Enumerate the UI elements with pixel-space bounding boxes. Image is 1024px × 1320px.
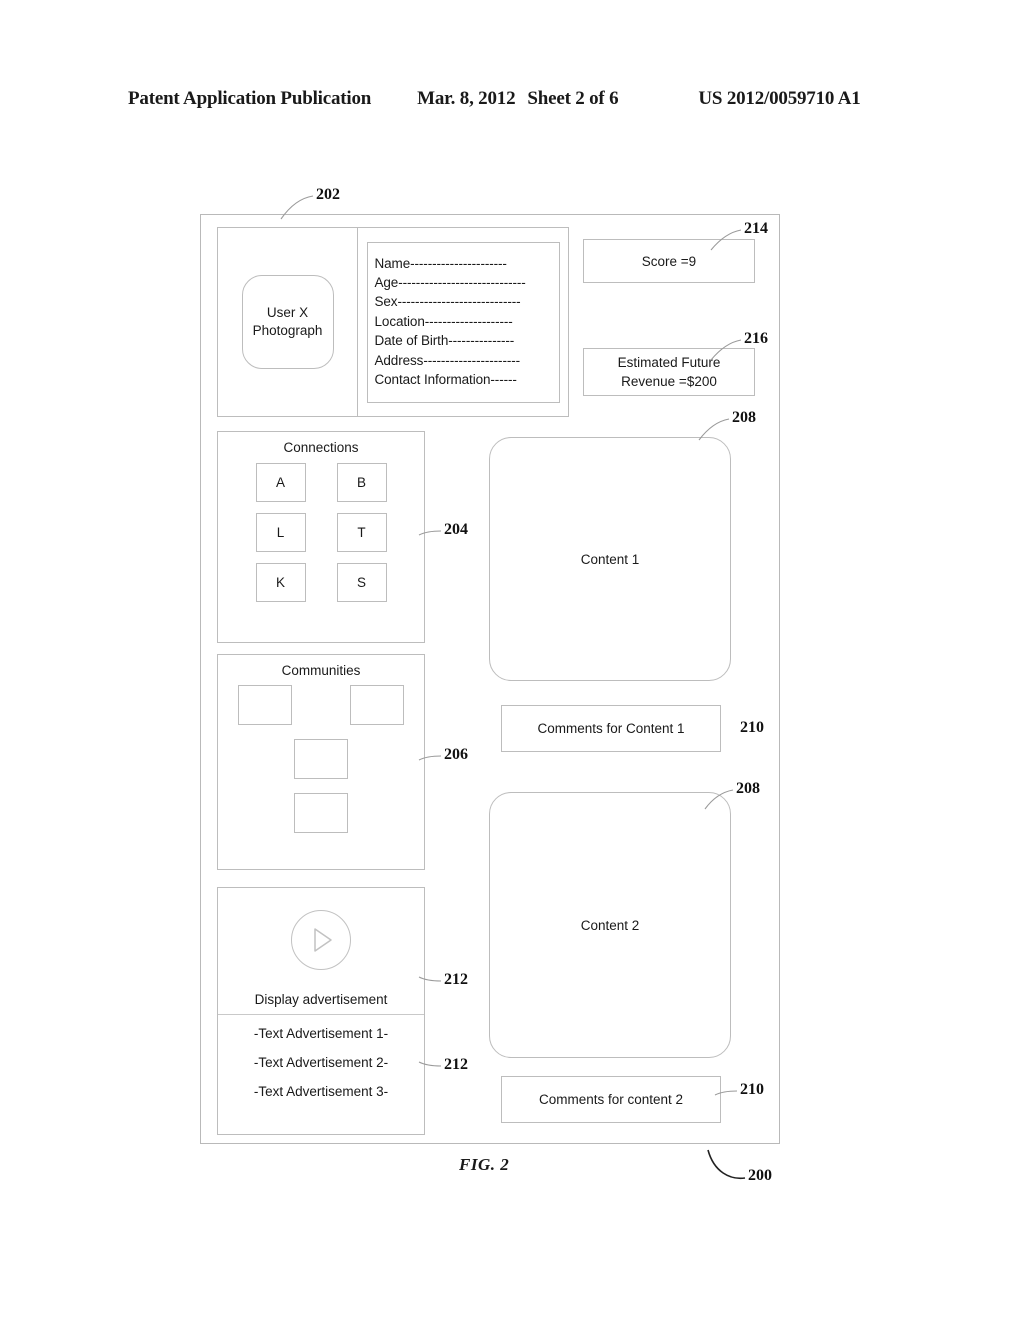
advertisement-panel: Display advertisement -Text Advertisemen… — [217, 887, 425, 1135]
connection-item[interactable]: B — [336, 463, 387, 502]
connection-label: T — [357, 525, 366, 540]
reference-numeral-212-text-ads: 212 — [444, 1056, 468, 1073]
comments-box-1[interactable]: Comments for Content 1 — [501, 705, 721, 752]
user-photograph-placeholder: User X Photograph — [241, 275, 334, 369]
connections-grid: A B L T K S — [218, 457, 424, 602]
sheet-number: Sheet 2 of 6 — [527, 88, 619, 109]
revenue-label-line1: Estimated Future — [617, 355, 721, 370]
text-advertisement-item[interactable]: -Text Advertisement 2- — [218, 1048, 424, 1077]
profile-region: User X Photograph Name------------------… — [217, 227, 569, 417]
communities-row-bottom — [218, 779, 424, 833]
score-label: Score =9 — [641, 253, 697, 269]
communities-row-middle — [218, 725, 424, 779]
reference-numeral-208-content-2: 208 — [736, 780, 760, 797]
profile-field-name: Name---------------------- — [374, 255, 507, 271]
reference-numeral-202: 202 — [316, 186, 340, 203]
connection-label: L — [276, 525, 285, 540]
connections-panel: Connections A B L T K S — [217, 431, 425, 643]
estimated-future-revenue-box: Estimated Future Revenue =$200 — [583, 348, 755, 396]
connection-label: K — [275, 575, 285, 590]
revenue-label-line2: Revenue =$200 — [621, 374, 717, 389]
photo-label-line2: Photograph — [252, 323, 323, 338]
connection-label: B — [356, 475, 366, 490]
reference-numeral-210-comments-1: 210 — [740, 719, 764, 736]
communities-panel: Communities — [217, 654, 425, 870]
reference-numeral-208-content-1: 208 — [732, 409, 756, 426]
comments-box-2[interactable]: Comments for content 2 — [501, 1076, 721, 1123]
text-advertisement-item[interactable]: -Text Advertisement 1- — [218, 1019, 424, 1048]
publication-date: Mar. 8, 2012 — [417, 88, 516, 109]
publication-title: Patent Application Publication — [128, 88, 372, 109]
photo-cell: User X Photograph — [218, 228, 358, 416]
connection-label: A — [275, 475, 285, 490]
publication-number: US 2012/0059710 A1 — [698, 88, 861, 109]
profile-field-date-of-birth: Date of Birth--------------- — [374, 333, 515, 349]
content-box-2[interactable]: Content 2 — [489, 792, 731, 1058]
text-advertisement-list: -Text Advertisement 1- -Text Advertiseme… — [218, 1015, 424, 1106]
play-triangle-icon — [314, 928, 332, 952]
reference-numeral-204: 204 — [444, 521, 468, 538]
profile-field-contact-information: Contact Information------ — [374, 371, 517, 387]
profile-field-address: Address---------------------- — [374, 352, 521, 368]
reference-numeral-200: 200 — [748, 1167, 772, 1184]
reference-numeral-212-display-ad: 212 — [444, 971, 468, 988]
profile-info-box: Name---------------------- Age----------… — [366, 241, 560, 403]
comments-label-2: Comments for content 2 — [538, 1092, 684, 1107]
figure-label: FIG. 2 — [459, 1155, 510, 1174]
content-label-2: Content 2 — [580, 917, 640, 933]
info-cell: Name---------------------- Age----------… — [358, 228, 568, 416]
text-advertisement-item[interactable]: -Text Advertisement 3- — [218, 1077, 424, 1106]
figure-frame: User X Photograph Name------------------… — [200, 214, 780, 1144]
reference-numeral-214: 214 — [744, 220, 768, 237]
connections-title: Connections — [283, 440, 359, 455]
content-label-1: Content 1 — [580, 551, 640, 567]
profile-field-sex: Sex---------------------------- — [374, 294, 521, 310]
profile-field-location: Location-------------------- — [374, 313, 513, 329]
connection-item[interactable]: S — [336, 563, 387, 602]
community-item[interactable] — [294, 793, 348, 833]
community-item[interactable] — [238, 685, 292, 725]
communities-row-top — [218, 680, 424, 725]
connection-item[interactable]: K — [255, 563, 306, 602]
community-item[interactable] — [350, 685, 404, 725]
display-advertisement-media[interactable] — [218, 888, 424, 992]
reference-numeral-210-comments-2: 210 — [740, 1081, 764, 1098]
community-item[interactable] — [294, 739, 348, 779]
profile-field-age: Age----------------------------- — [374, 274, 526, 290]
reference-numeral-206: 206 — [444, 746, 468, 763]
display-advertisement-label: Display advertisement — [218, 992, 424, 1015]
play-icon[interactable] — [291, 910, 351, 970]
connection-item[interactable]: L — [255, 513, 306, 552]
connection-item[interactable]: T — [336, 513, 387, 552]
reference-numeral-216: 216 — [744, 330, 768, 347]
comments-label-1: Comments for Content 1 — [537, 721, 685, 736]
communities-title: Communities — [281, 663, 361, 678]
photo-label-line1: User X — [266, 305, 309, 320]
publication-header: Patent Application Publication Mar. 8, 2… — [128, 86, 896, 112]
content-box-1[interactable]: Content 1 — [489, 437, 731, 681]
connection-label: S — [356, 575, 366, 590]
connection-item[interactable]: A — [255, 463, 306, 502]
score-box: Score =9 — [583, 239, 755, 283]
